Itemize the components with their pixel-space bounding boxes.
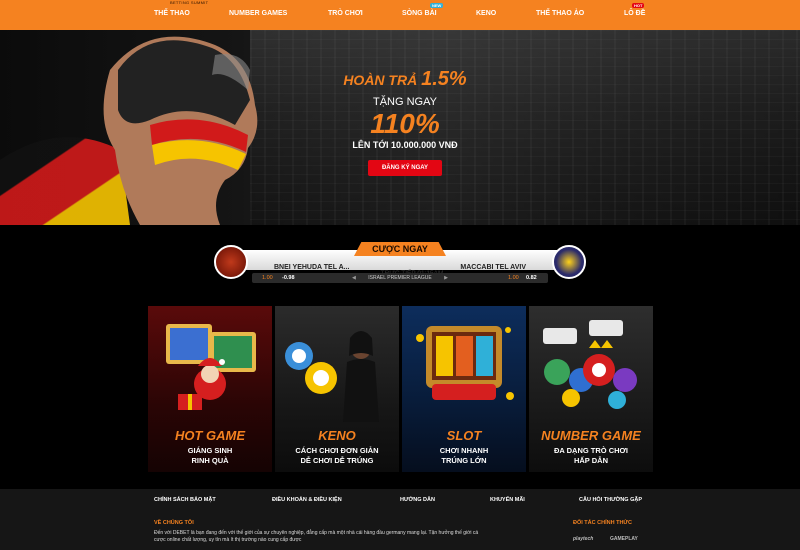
card-hot-game[interactable]: HOT GAME GIÁNG SINH RINH QUÀ bbox=[148, 306, 272, 472]
card-number-game[interactable]: NUMBER GAME ĐA DẠNG TRÒ CHƠI HẤP DẪN bbox=[529, 306, 653, 472]
home-odds-label: 1.00 bbox=[262, 275, 273, 281]
card-subtitle-line2: HẤP DẪN bbox=[573, 456, 609, 465]
footer-link-faq[interactable]: CÂU HỎI THƯỜNG GẶP bbox=[579, 497, 642, 503]
live-match-widget: BNEI YEHUDA TEL A... TRỰC TIẾP 01:15AM M… bbox=[214, 242, 586, 288]
logo-tagline: BETTING SUMMIT bbox=[170, 0, 209, 5]
away-team-name: MACCABI TEL AVIV bbox=[460, 264, 526, 271]
partner-logo-gameplay: GAMEPLAY bbox=[610, 536, 638, 542]
home-team-name: BNEI YEHUDA TEL A... bbox=[274, 264, 350, 271]
stadium-background bbox=[250, 30, 800, 225]
partner-logo-playtech: playtech bbox=[573, 536, 594, 542]
card-keno[interactable]: KENO CÁCH CHƠI ĐƠN GIẢN DỄ CHƠI DỄ TRÚNG bbox=[275, 306, 399, 472]
nav-item-tro-choi[interactable]: TRÒ CHƠI bbox=[328, 10, 363, 17]
register-button[interactable]: ĐĂNG KÝ NGAY bbox=[368, 160, 442, 176]
nav-item-the-thao[interactable]: THỂ THAO bbox=[154, 10, 190, 17]
hot-badge: HOT bbox=[632, 3, 645, 8]
partners-title: ĐỐI TÁC CHÍNH THỨC bbox=[573, 520, 632, 526]
home-team-crest-icon bbox=[214, 245, 248, 279]
nav-item-song-bai[interactable]: SÒNG BÀI bbox=[402, 10, 437, 17]
card-subtitle-line1: CÁCH CHƠI ĐƠN GIẢN bbox=[295, 446, 379, 455]
card-slot[interactable]: SLOT CHƠI NHANH TRÚNG LỚN bbox=[402, 306, 526, 472]
home-odds-value[interactable]: -0.98 bbox=[282, 275, 295, 281]
about-text: Đến với DEBET là bạn đang đến với thế gi… bbox=[154, 530, 479, 543]
hero-banner: HOÀN TRẢ 1.5% TẶNG NGAY 110% LÊN TỚI 10.… bbox=[0, 30, 800, 225]
away-odds-label: 1.00 bbox=[508, 275, 519, 281]
card-subtitle-line1: CHƠI NHANH bbox=[439, 446, 489, 455]
next-arrow-icon[interactable]: ▶ bbox=[444, 275, 448, 281]
game-cards: HOT GAME GIÁNG SINH RINH QUÀ KENO CÁCH C… bbox=[148, 306, 653, 472]
league-name: ISRAEL PREMIER LEAGUE bbox=[368, 275, 432, 281]
nav-item-lo-de[interactable]: LÔ ĐỀ bbox=[624, 10, 645, 17]
nav-item-number-games[interactable]: NUMBER GAMES bbox=[229, 10, 287, 17]
away-odds-value[interactable]: 0.82 bbox=[526, 275, 537, 281]
new-badge: NEW bbox=[430, 3, 444, 8]
footer-link-promotions[interactable]: KHUYẾN MÃI bbox=[490, 497, 525, 503]
footer-link-terms[interactable]: ĐIỀU KHOẢN & ĐIỀU KIỆN bbox=[272, 497, 342, 503]
prev-arrow-icon[interactable]: ◀ bbox=[352, 275, 356, 281]
card-title: SLOT bbox=[446, 428, 482, 443]
about-title: VỀ CHÚNG TÔI bbox=[154, 520, 194, 526]
keno-balls-icon bbox=[285, 331, 379, 422]
jackpot-slot-icon bbox=[416, 326, 514, 400]
nav-item-keno[interactable]: KENO bbox=[476, 10, 496, 17]
footer-link-privacy[interactable]: CHÍNH SÁCH BẢO MẬT bbox=[154, 497, 216, 503]
santa-slot-icon bbox=[166, 324, 256, 410]
bonus-label: TẶNG NGAY bbox=[373, 96, 437, 108]
card-title: HOT GAME bbox=[174, 428, 246, 443]
bonus-cap: LÊN TỚI 10.000.000 VNĐ bbox=[352, 140, 458, 150]
card-title: KENO bbox=[318, 428, 356, 443]
footer: CHÍNH SÁCH BẢO MẬT ĐIỀU KHOẢN & ĐIỀU KIỆ… bbox=[0, 489, 800, 550]
footer-link-guide[interactable]: HƯỚNG DẪN bbox=[400, 497, 435, 503]
odds-bar: 1.00 -0.98 ◀ ISRAEL PREMIER LEAGUE ▶ 1.0… bbox=[252, 273, 548, 283]
bingo-balls-icon bbox=[543, 320, 637, 409]
top-nav: BETTING SUMMIT THỂ THAO NUMBER GAMES TRÒ… bbox=[0, 0, 800, 30]
card-subtitle-line1: GIÁNG SINH bbox=[187, 446, 233, 455]
card-title: NUMBER GAME bbox=[541, 428, 641, 443]
cashback-text: HOÀN TRẢ 1.5% bbox=[340, 68, 470, 91]
away-team-crest-icon bbox=[552, 245, 586, 279]
cashback-label: HOÀN TRẢ bbox=[343, 72, 418, 88]
bonus-percent: 110% bbox=[370, 108, 440, 139]
card-subtitle-line2: TRÚNG LỚN bbox=[441, 456, 487, 465]
cashback-value: 1.5% bbox=[421, 68, 467, 90]
league-selector: ◀ ISRAEL PREMIER LEAGUE ▶ bbox=[352, 273, 448, 283]
card-subtitle-line2: RINH QUÀ bbox=[191, 456, 229, 465]
nav-item-the-thao-ao[interactable]: THỂ THAO ẢO bbox=[536, 10, 584, 17]
bet-now-button[interactable]: CƯỢC NGAY bbox=[354, 242, 446, 256]
player-face-image bbox=[0, 36, 258, 225]
card-subtitle-line2: DỄ CHƠI DỄ TRÚNG bbox=[300, 456, 374, 465]
card-subtitle-line1: ĐA DẠNG TRÒ CHƠI bbox=[553, 446, 629, 455]
